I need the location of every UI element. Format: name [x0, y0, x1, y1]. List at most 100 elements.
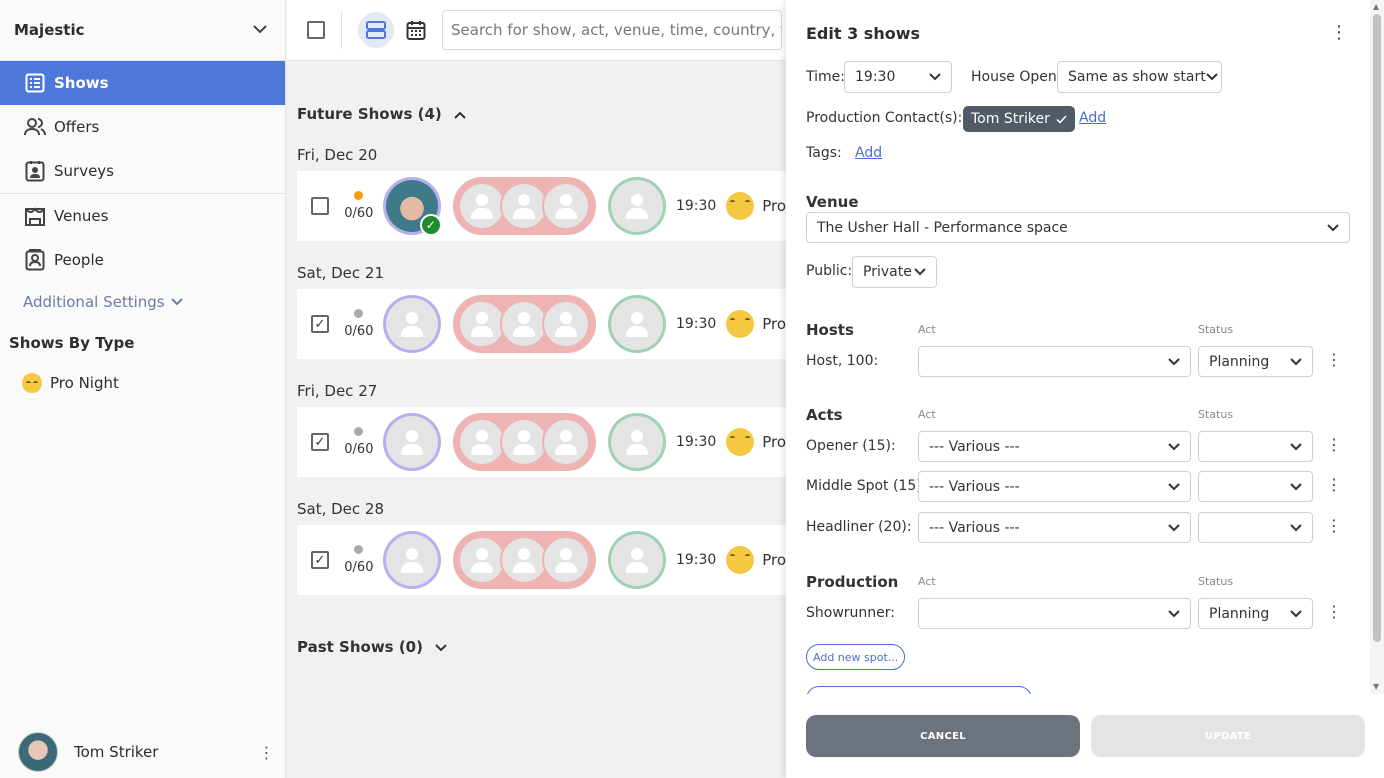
nav-item-surveys[interactable]: Surveys	[0, 149, 285, 193]
contact-chip[interactable]: Tom Striker	[963, 106, 1075, 132]
update-button[interactable]: UPDATE	[1091, 715, 1365, 757]
production-slot[interactable]	[608, 295, 666, 353]
spot-label: Host, 100:	[806, 353, 879, 369]
show-time: 19:30	[675, 434, 717, 450]
scroll-up-icon[interactable]: ▲	[1373, 2, 1379, 11]
act-slot[interactable]	[541, 418, 590, 466]
show-time: 19:30	[675, 316, 717, 332]
add-contact-link[interactable]: Add	[1079, 110, 1106, 126]
act-slot[interactable]	[541, 182, 590, 230]
spot-label: Showrunner:	[806, 605, 895, 621]
public-value: Private	[863, 264, 912, 280]
act-select[interactable]: --- Various ---	[918, 512, 1191, 543]
status-select[interactable]	[1198, 471, 1313, 502]
acts-slots[interactable]	[452, 531, 597, 589]
act-slot[interactable]	[499, 300, 548, 348]
show-row[interactable]: 0/60 ✓ 19:30 Pro	[297, 171, 786, 241]
additional-settings-toggle[interactable]: Additional Settings	[0, 282, 285, 322]
production-slot[interactable]	[608, 531, 666, 589]
show-row[interactable]: ✓ 0/60 19:30 Pro	[297, 289, 786, 359]
host-slot[interactable]	[382, 413, 441, 471]
act-select[interactable]	[918, 346, 1191, 377]
scroll-down-icon[interactable]: ▼	[1373, 682, 1379, 691]
nav-item-offers[interactable]: Offers	[0, 105, 285, 149]
act-slot[interactable]	[499, 536, 548, 584]
edit-shows-panel: Edit 3 shows ⋮ Time: 19:30 House Open: S…	[786, 0, 1384, 778]
act-slot[interactable]	[457, 300, 506, 348]
nav-label: Surveys	[54, 162, 114, 180]
show-select-checkbox[interactable]: ✓	[311, 315, 329, 333]
act-slot[interactable]	[457, 418, 506, 466]
additional-settings-label: Additional Settings	[23, 293, 165, 311]
act-select[interactable]: --- Various ---	[918, 431, 1191, 462]
more-vert-icon[interactable]: ⋮	[1326, 516, 1342, 535]
check-icon	[1056, 114, 1067, 124]
production-contacts-label: Production Contact(s):	[806, 110, 963, 126]
venue-select[interactable]: The Usher Hall - Performance space	[806, 212, 1350, 243]
status-dot	[354, 545, 364, 554]
show-row[interactable]: ✓ 0/60 19:30 Pro	[297, 525, 786, 595]
act-slot[interactable]	[499, 418, 548, 466]
host-slot[interactable]: ✓	[382, 177, 442, 236]
production-slot[interactable]	[608, 413, 666, 471]
status-select[interactable]: Planning	[1198, 598, 1313, 629]
time-select[interactable]: 19:30	[844, 61, 952, 93]
more-vert-icon[interactable]: ⋮	[256, 743, 276, 762]
panel-scrollbar[interactable]: ▲ ▼	[1370, 0, 1384, 694]
cancel-button[interactable]: CANCEL	[806, 715, 1080, 757]
nav-label: Offers	[54, 118, 100, 136]
scroll-thumb[interactable]	[1373, 14, 1381, 642]
status-select[interactable]	[1198, 512, 1313, 543]
show-select-checkbox[interactable]	[311, 197, 329, 215]
more-vert-icon[interactable]: ⋮	[1326, 350, 1342, 369]
list-view-button[interactable]	[358, 12, 394, 48]
more-vert-icon[interactable]: ⋮	[1326, 475, 1342, 494]
acts-slots[interactable]	[452, 177, 597, 235]
act-select[interactable]: --- Various ---	[918, 471, 1191, 502]
acts-slots[interactable]	[452, 413, 597, 471]
nav-item-venues[interactable]: Venues	[0, 194, 285, 238]
status-select[interactable]: Planning	[1198, 346, 1313, 377]
public-select[interactable]: Private	[852, 256, 937, 288]
sleepy-emoji-icon	[726, 428, 755, 456]
act-slot[interactable]	[499, 182, 548, 230]
partial-button[interactable]	[806, 686, 1032, 694]
production-slot[interactable]	[608, 177, 666, 235]
act-slot[interactable]	[541, 536, 590, 584]
person-placeholder-icon	[468, 192, 496, 220]
more-vert-icon[interactable]: ⋮	[1326, 435, 1342, 454]
add-tag-link[interactable]: Add	[855, 145, 882, 161]
future-shows-toggle[interactable]: Future Shows (4)	[297, 105, 466, 123]
acts-slots[interactable]	[452, 295, 597, 353]
act-slot[interactable]	[541, 300, 590, 348]
person-placeholder-icon	[398, 428, 426, 456]
column-header-act: Act	[918, 408, 936, 421]
column-header-act: Act	[918, 575, 936, 588]
more-vert-icon[interactable]: ⋮	[1330, 22, 1348, 43]
more-vert-icon[interactable]: ⋮	[1326, 602, 1342, 621]
org-switcher[interactable]: Majestic	[0, 0, 285, 61]
panel-scroll-area[interactable]: Edit 3 shows ⋮ Time: 19:30 House Open: S…	[786, 0, 1370, 694]
nav-item-shows[interactable]: Shows	[0, 61, 285, 105]
search-input[interactable]: Search for show, act, venue, time, count…	[442, 10, 782, 50]
host-slot[interactable]	[382, 295, 441, 353]
show-select-checkbox[interactable]: ✓	[311, 551, 329, 569]
calendar-view-button[interactable]	[398, 12, 434, 48]
status-dot	[354, 427, 364, 436]
nav-item-people[interactable]: People	[0, 238, 285, 282]
act-select[interactable]	[918, 598, 1191, 629]
show-select-checkbox[interactable]: ✓	[311, 433, 329, 451]
chevron-up-icon	[454, 105, 466, 123]
past-shows-toggle[interactable]: Past Shows (0)	[297, 638, 447, 656]
select-all-checkbox[interactable]	[307, 21, 325, 39]
user-menu[interactable]: Tom Striker ⋮	[0, 726, 286, 778]
house-open-select[interactable]: Same as show start	[1057, 61, 1222, 93]
act-slot[interactable]	[457, 536, 506, 584]
host-slot[interactable]	[382, 531, 441, 589]
status-select[interactable]	[1198, 431, 1313, 462]
type-item-pro-night[interactable]: Pro Night	[0, 362, 285, 404]
add-new-spot-button[interactable]: Add new spot...	[806, 644, 906, 670]
act-slot[interactable]	[457, 182, 506, 230]
show-row[interactable]: ✓ 0/60 19:30 Pro	[297, 407, 786, 477]
contact-chip-label: Tom Striker	[971, 111, 1050, 127]
